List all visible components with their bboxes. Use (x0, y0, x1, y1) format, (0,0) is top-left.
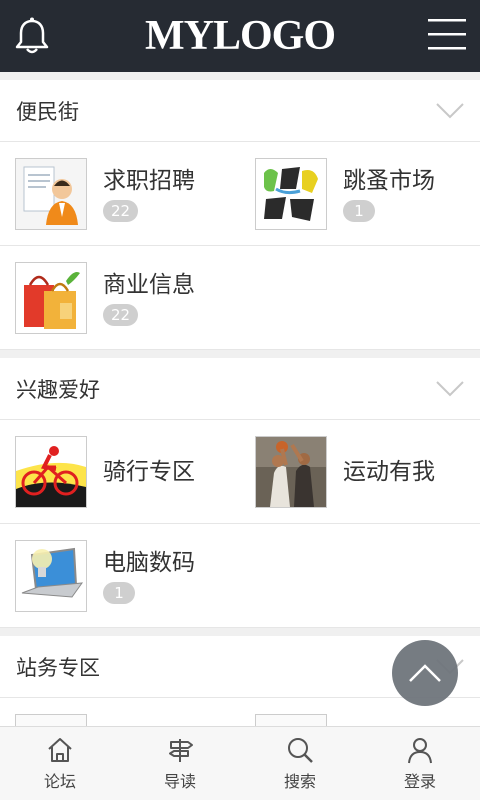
forum-item-business[interactable]: 商业信息 22 (0, 246, 240, 349)
tab-label: 搜索 (283, 771, 316, 791)
section-title: 便民街 (16, 99, 79, 124)
forum-thumbnail (255, 713, 327, 726)
forum-item-cycling[interactable]: 骑行专区 (0, 420, 240, 523)
forum-row: 骑行专区 运动有我 (0, 420, 480, 524)
forum-list[interactable]: 便民街 求职招聘 22 跳蚤市场 1 商业信息 22 兴趣爱好 骑行专区 运动有… (0, 72, 480, 726)
forum-thumbnail (15, 713, 87, 726)
forum-row: 商业信息 22 (0, 246, 480, 350)
top-bar: MYLOGO (0, 0, 480, 72)
chevron-down-icon[interactable] (436, 102, 464, 119)
forum-item-sports[interactable]: 运动有我 (240, 420, 480, 523)
forum-name: 商业信息 (103, 271, 195, 298)
forum-item-partial[interactable] (240, 698, 480, 726)
section-header[interactable]: 兴趣爱好 (0, 358, 480, 420)
forum-item-job[interactable]: 求职招聘 22 (0, 142, 240, 245)
forum-name: 求职招聘 (103, 167, 195, 194)
search-icon (288, 737, 313, 763)
flea-market-icon (255, 157, 327, 230)
section-header[interactable]: 便民街 (0, 80, 480, 142)
forum-row: 求职招聘 22 跳蚤市场 1 (0, 142, 480, 246)
bell-icon[interactable] (12, 16, 52, 56)
tab-guide[interactable]: 导读 (120, 727, 240, 800)
count-badge: 1 (103, 581, 135, 604)
chevron-up-icon (409, 664, 441, 682)
forum-item-partial[interactable] (0, 698, 240, 726)
count-badge: 22 (103, 303, 139, 326)
tab-forum[interactable]: 论坛 (0, 727, 120, 800)
computer-icon (15, 539, 87, 612)
job-icon (15, 157, 87, 230)
forum-name: 电脑数码 (103, 549, 195, 576)
user-icon (408, 737, 432, 763)
tab-login[interactable]: 登录 (360, 727, 480, 800)
count-badge: 22 (103, 199, 139, 222)
menu-icon[interactable] (426, 16, 468, 54)
tab-label: 登录 (403, 771, 436, 791)
forum-item-flea-market[interactable]: 跳蚤市场 1 (240, 142, 480, 245)
chevron-down-icon[interactable] (436, 380, 464, 397)
bottom-tab-bar: 论坛 导读 搜索 登录 (0, 726, 480, 800)
cycling-icon (15, 435, 87, 508)
sports-icon (255, 435, 327, 508)
home-icon (48, 737, 72, 762)
section-title: 兴趣爱好 (16, 377, 100, 402)
section-title: 站务专区 (16, 655, 100, 680)
forum-row: 电脑数码 1 (0, 524, 480, 628)
count-badge: 1 (343, 199, 375, 222)
tab-search[interactable]: 搜索 (240, 727, 360, 800)
shopping-bag-icon (15, 261, 87, 334)
section-interests: 兴趣爱好 骑行专区 运动有我 电脑数码 1 (0, 358, 480, 628)
section-bianminjie: 便民街 求职招聘 22 跳蚤市场 1 商业信息 22 (0, 80, 480, 350)
back-to-top-button[interactable] (392, 640, 458, 706)
signpost-icon (169, 738, 193, 762)
forum-name: 跳蚤市场 (343, 167, 435, 194)
forum-item-computer[interactable]: 电脑数码 1 (0, 524, 240, 627)
forum-row (0, 698, 480, 726)
forum-name: 运动有我 (343, 458, 435, 485)
tab-label: 论坛 (43, 771, 76, 791)
logo: MYLOGO (145, 13, 336, 59)
forum-name: 骑行专区 (103, 458, 195, 485)
tab-label: 导读 (163, 771, 196, 791)
